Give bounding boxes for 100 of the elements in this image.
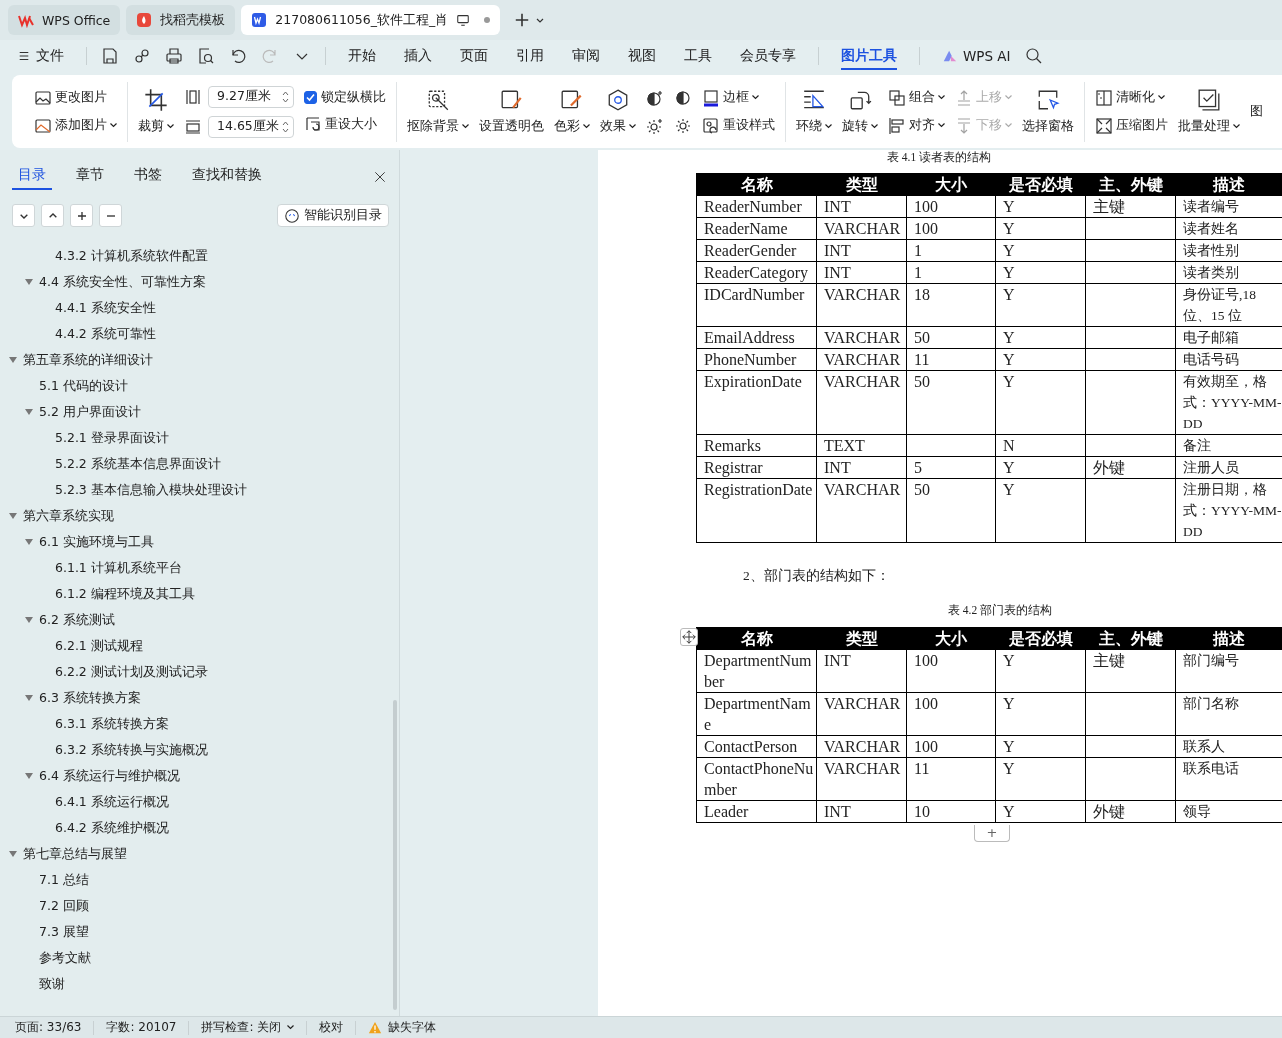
toc-item[interactable]: 5.2.1 登录界面设计 (55, 429, 169, 447)
toc-item[interactable]: 致谢 (39, 975, 65, 993)
new-tab-icon (514, 12, 531, 28)
ribbon-button[interactable]: 组合 (888, 87, 945, 108)
toc-item[interactable]: 第六章系统实现 (23, 507, 114, 525)
ribbon-button[interactable]: 环绕 (796, 88, 832, 135)
document-tab[interactable]: 217080611056_软件工程_肖 (241, 5, 501, 35)
ribbon-button[interactable]: 设置透明色 (479, 88, 544, 135)
ribbon-label[interactable]: 图 (1250, 101, 1263, 122)
toc-item[interactable]: 6.4 系统运行与维护概况 (39, 767, 180, 785)
toc-item[interactable]: 参考文献 (39, 949, 91, 967)
ribbon-button[interactable]: 裁剪 (138, 88, 174, 135)
caret-icon (287, 1025, 295, 1030)
column-header: 是否必填 (995, 627, 1086, 650)
toc-item[interactable]: 5.2.3 基本信息输入模块处理设计 (55, 481, 247, 499)
proofread-button[interactable]: 校对 (307, 1020, 357, 1035)
ribbon-tab[interactable]: 开始 (334, 40, 390, 72)
toc-item[interactable]: 4.3.2 计算机系统软件配置 (55, 247, 208, 265)
ribbon-button[interactable]: 效果 (600, 88, 636, 135)
document-tab[interactable]: 找稻壳模板 (126, 5, 236, 35)
document-tab[interactable]: WPS Office (8, 5, 121, 35)
ribbon-button[interactable]: 清晰化 (1095, 87, 1168, 108)
spinner-icon[interactable] (282, 89, 289, 104)
toc-item[interactable]: 6.2.2 测试计划及测试记录 (55, 663, 208, 681)
ribbon-tab[interactable]: 插入 (390, 40, 446, 72)
toc-item[interactable]: 6.3 系统转换方案 (39, 689, 141, 707)
sidebar-tab[interactable]: 查找和替换 (186, 164, 268, 190)
move-handle[interactable] (680, 628, 698, 646)
spinner-icon[interactable] (282, 119, 289, 134)
size-field[interactable]: 9.27厘米 (208, 85, 294, 108)
ribbon-tab[interactable]: 审阅 (558, 40, 614, 72)
ribbon-tab[interactable]: 引用 (502, 40, 558, 72)
ribbon-button[interactable]: 边框 (702, 87, 775, 108)
ribbon-button[interactable]: 重设样式 (702, 115, 775, 136)
toc-item[interactable]: 4.4.2 系统可靠性 (55, 325, 156, 343)
ribbon-tab[interactable]: 视图 (614, 40, 670, 72)
ribbon-button[interactable]: 批量处理 (1178, 88, 1240, 135)
collapse-toggle-icon[interactable] (23, 539, 34, 545)
toc-item[interactable]: 5.2.2 系统基本信息界面设计 (55, 455, 221, 473)
ribbon-button[interactable]: 压缩图片 (1095, 115, 1168, 136)
toc-item[interactable]: 6.2.1 测试规程 (55, 637, 143, 655)
word-count[interactable]: 字数: 20107 (94, 1020, 190, 1035)
ribbon-button[interactable]: 添加图片 (34, 115, 117, 136)
spell-check[interactable]: 拼写检查: 关闭 (189, 1020, 308, 1035)
toc-item[interactable]: 7.1 总结 (39, 871, 89, 889)
column-header: 是否必填 (995, 173, 1086, 196)
toc-item[interactable]: 第五章系统的详细设计 (23, 351, 153, 369)
ribbon-button[interactable]: 重设大小 (304, 114, 386, 134)
add-button[interactable] (70, 204, 93, 227)
scrollbar[interactable] (393, 700, 397, 1010)
toc-item[interactable]: 4.4.1 系统安全性 (55, 299, 156, 317)
toc-item[interactable]: 6.1.2 编程环境及其工具 (55, 585, 195, 603)
checkbox[interactable] (304, 91, 317, 104)
collapse-toggle-icon[interactable] (23, 773, 34, 779)
ribbon-tab[interactable]: 页面 (446, 40, 502, 72)
ribbon-button[interactable]: 对齐 (888, 115, 945, 136)
toc-item[interactable]: 5.2 用户界面设计 (39, 403, 141, 421)
file-menu[interactable]: 文件 (14, 40, 78, 72)
collapse-toggle-icon[interactable] (23, 617, 34, 623)
missing-fonts[interactable]: 缺失字体 (356, 1020, 449, 1035)
toc-item[interactable]: 7.3 展望 (39, 923, 89, 941)
table-cell: 1 (906, 239, 996, 262)
ribbon-tab[interactable]: 图片工具 (827, 40, 911, 72)
ribbon-button[interactable]: 色彩 (554, 88, 590, 135)
smart-toc-button[interactable]: 智能识别目录 (277, 204, 389, 227)
sidebar-tab[interactable]: 目录 (12, 164, 52, 190)
toc-item[interactable]: 第七章总结与展望 (23, 845, 127, 863)
toc-item[interactable]: 6.3.1 系统转换方案 (55, 715, 169, 733)
toc-item[interactable]: 4.4 系统安全性、可靠性方案 (39, 273, 206, 291)
undo-icon (229, 47, 247, 65)
add-row-button[interactable]: + (974, 825, 1010, 842)
toc-item[interactable]: 6.2 系统测试 (39, 611, 115, 629)
collapse-toggle-icon[interactable] (7, 513, 18, 519)
sidebar-tab[interactable]: 书签 (128, 164, 168, 190)
collapse-toggle-icon[interactable] (7, 357, 18, 363)
toc-item[interactable]: 5.1 代码的设计 (39, 377, 128, 395)
size-field[interactable]: 14.65厘米 (208, 115, 294, 138)
toc-item[interactable]: 6.3.2 系统转换与实施概况 (55, 741, 208, 759)
ribbon-button[interactable]: 抠除背景 (407, 88, 469, 135)
ribbon-button[interactable]: 旋转 (842, 88, 878, 135)
collapse-toggle-icon[interactable] (23, 279, 34, 285)
toc-item[interactable]: 7.2 回顾 (39, 897, 89, 915)
batch-picture-icon (1197, 88, 1221, 112)
ribbon-tab[interactable]: 会员专享 (726, 40, 810, 72)
collapse-button[interactable] (41, 204, 64, 227)
remove-button[interactable] (99, 204, 122, 227)
collapse-toggle-icon[interactable] (23, 409, 34, 415)
ribbon-button[interactable]: 选择窗格 (1022, 88, 1074, 135)
toc-item[interactable]: 6.1 实施环境与工具 (39, 533, 154, 551)
ribbon-tab[interactable]: 工具 (670, 40, 726, 72)
ai-button[interactable]: WPS AI (928, 40, 1025, 72)
toc-item[interactable]: 6.4.1 系统运行概况 (55, 793, 169, 811)
expand-button[interactable] (12, 204, 35, 227)
sidebar-tab[interactable]: 章节 (70, 164, 110, 190)
collapse-toggle-icon[interactable] (23, 695, 34, 701)
toc-item[interactable]: 6.4.2 系统维护概况 (55, 819, 169, 837)
toc-item[interactable]: 6.1.1 计算机系统平台 (55, 559, 182, 577)
collapse-toggle-icon[interactable] (7, 851, 18, 857)
page-count[interactable]: 页面: 33/63 (15, 1020, 95, 1035)
ribbon-button[interactable]: 更改图片 (34, 87, 117, 108)
